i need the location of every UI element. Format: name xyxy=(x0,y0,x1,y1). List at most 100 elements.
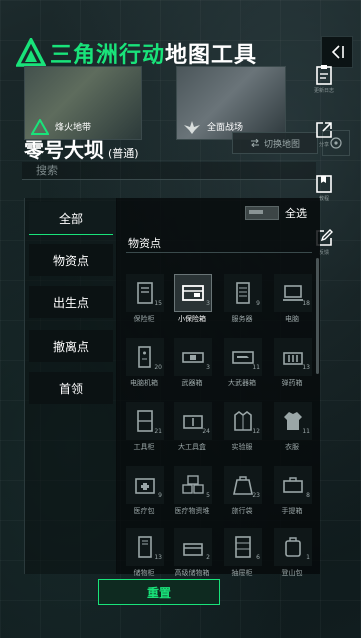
item-name: 服务器 xyxy=(231,315,253,323)
item-drawer-cabinet[interactable]: 6 抽屉柜 xyxy=(222,528,262,580)
item-name: 手提箱 xyxy=(281,507,303,515)
item-name: 登山包 xyxy=(281,569,303,577)
app-header: 三角洲行动地图工具 xyxy=(16,36,257,70)
item-safe[interactable]: 15 保险柜 xyxy=(124,274,164,326)
suitcase-icon xyxy=(283,477,303,493)
item-count: 13 xyxy=(154,554,162,561)
section-divider xyxy=(126,252,312,253)
backpack-icon xyxy=(285,537,301,557)
item-name: 大武器箱 xyxy=(228,379,256,387)
category-sidebar: 全部 物资点 出生点 撤离点 首领 xyxy=(24,198,117,574)
item-travel-bag[interactable]: 23 旅行袋 xyxy=(222,466,262,518)
item-name: 高级储物箱 xyxy=(174,569,210,577)
item-clothes[interactable]: 11 衣服 xyxy=(272,402,312,454)
item-name: 实验服 xyxy=(231,443,253,451)
item-count: 15 xyxy=(154,300,162,307)
switch-map-button[interactable]: 切换地图 xyxy=(232,132,318,154)
item-premium-storage[interactable]: 2 高级储物箱 xyxy=(172,528,212,580)
item-count: 2 xyxy=(206,554,210,561)
item-server[interactable]: 9 服务器 xyxy=(222,274,262,326)
share-icon xyxy=(316,122,332,138)
tool-label: 反馈 xyxy=(318,250,329,256)
category-label: 首领 xyxy=(58,381,83,396)
item-pc-case[interactable]: 20 电脑机箱 xyxy=(124,338,164,390)
item-count: 11 xyxy=(252,364,260,371)
item-count: 21 xyxy=(154,428,162,435)
changelog-button[interactable]: 更新日志 xyxy=(309,64,339,98)
category-extraction[interactable]: 撤离点 xyxy=(29,330,113,362)
premium-storage-icon xyxy=(183,543,203,556)
item-name: 弹药箱 xyxy=(281,379,303,387)
section-title: 物资点 xyxy=(128,237,161,250)
small-safe-icon xyxy=(182,285,204,301)
tool-label: 分享 xyxy=(318,142,329,148)
item-name: 大工具盒 xyxy=(178,443,206,451)
map-thumb-extraction[interactable]: 烽火地带 xyxy=(24,66,142,140)
item-suitcase[interactable]: 8 手提箱 xyxy=(272,466,312,518)
item-lab-coat[interactable]: 12 实验服 xyxy=(222,402,262,454)
swap-icon xyxy=(250,139,259,147)
tool-label: 更新日志 xyxy=(313,88,334,94)
item-name: 旅行袋 xyxy=(231,507,253,515)
item-locker[interactable]: 13 储物柜 xyxy=(124,528,164,580)
select-all-toggle[interactable] xyxy=(245,206,279,220)
item-name: 抽屉柜 xyxy=(231,569,253,577)
item-backpack[interactable]: 1 登山包 xyxy=(272,528,312,580)
drawer-cabinet-icon xyxy=(235,536,251,558)
item-name: 衣服 xyxy=(285,443,299,451)
item-computer[interactable]: 18 电脑 xyxy=(272,274,312,326)
item-count: 1 xyxy=(306,554,310,561)
item-name: 电脑 xyxy=(285,315,299,323)
search-input[interactable]: 搜索 xyxy=(22,162,316,180)
map-mode-text: (普通) xyxy=(108,147,139,160)
item-small-safe[interactable]: 3 小保险箱 xyxy=(172,274,212,326)
switch-map-label: 切换地图 xyxy=(263,139,300,150)
item-weapon-case[interactable]: 3 武器箱 xyxy=(172,338,212,390)
item-count: 9 xyxy=(256,300,260,307)
collapse-left-icon xyxy=(331,45,344,59)
item-count: 11 xyxy=(302,428,310,435)
item-medical-supplies[interactable]: 5 医疗物资堆 xyxy=(172,466,212,518)
item-large-weapon-case[interactable]: 11 大武器箱 xyxy=(222,338,262,390)
delta-logo-icon xyxy=(16,38,46,67)
category-supplies[interactable]: 物资点 xyxy=(29,244,113,276)
category-all[interactable]: 全部 xyxy=(29,202,113,235)
category-spawn[interactable]: 出生点 xyxy=(29,286,113,318)
item-count: 3 xyxy=(206,300,210,307)
item-count: 3 xyxy=(206,364,210,371)
category-label: 撤离点 xyxy=(52,339,89,354)
server-icon xyxy=(236,282,250,304)
share-button[interactable]: 分享 xyxy=(309,120,339,154)
medkit-icon xyxy=(135,478,155,494)
item-count: 13 xyxy=(302,364,310,371)
medical-supplies-icon xyxy=(182,475,204,494)
item-count: 8 xyxy=(306,492,310,499)
item-count: 18 xyxy=(302,300,310,307)
reset-button[interactable]: 重置 xyxy=(98,579,220,605)
item-count: 6 xyxy=(256,554,260,561)
item-medkit[interactable]: 9 医疗包 xyxy=(124,466,164,518)
item-count: 9 xyxy=(158,492,162,499)
item-ammo-box[interactable]: 13 弹药箱 xyxy=(272,338,312,390)
item-count: 24 xyxy=(202,428,210,435)
category-label: 出生点 xyxy=(52,295,89,310)
map-name-text: 零号大坝 xyxy=(24,138,104,162)
app-title: 三角洲行动地图工具 xyxy=(50,37,257,69)
item-count: 12 xyxy=(252,428,260,435)
wing-emblem-icon xyxy=(184,121,200,134)
item-tool-cabinet[interactable]: 21 工具柜 xyxy=(124,402,164,454)
app-title-white: 地图工具 xyxy=(165,43,258,68)
weapon-case-icon xyxy=(182,352,204,363)
category-label: 全部 xyxy=(58,211,83,226)
item-count: 20 xyxy=(154,364,162,371)
clipboard-icon xyxy=(316,65,332,85)
item-count: 5 xyxy=(206,492,210,499)
item-large-toolbox[interactable]: 24 大工具盒 xyxy=(172,402,212,454)
select-all-label[interactable]: 全选 xyxy=(285,205,307,221)
map-thumb-warfare[interactable]: 全面战场 xyxy=(176,66,286,140)
delta-flag-icon xyxy=(31,119,49,135)
item-name: 武器箱 xyxy=(181,379,203,387)
item-name: 医疗物资堆 xyxy=(174,507,210,515)
category-boss[interactable]: 首领 xyxy=(29,372,113,404)
book-icon xyxy=(316,175,332,193)
